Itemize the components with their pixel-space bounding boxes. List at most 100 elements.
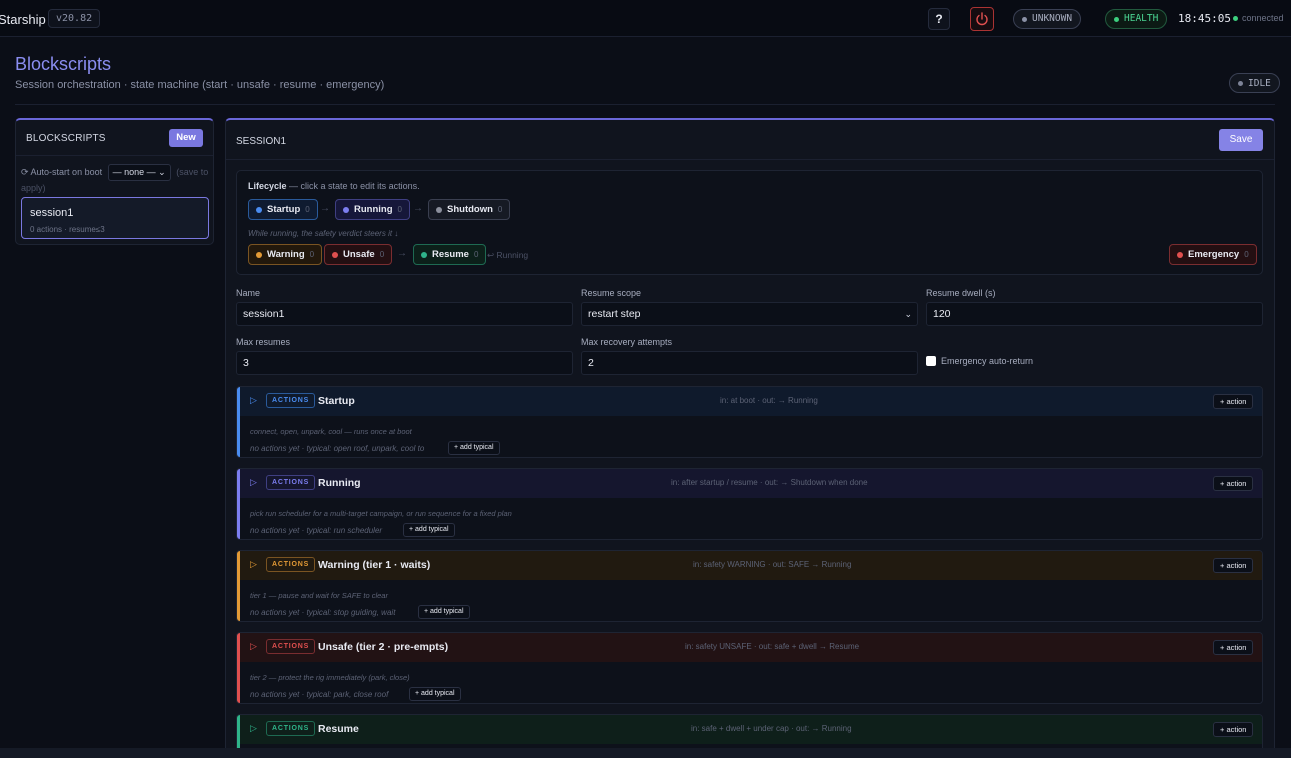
section-header[interactable]: ▷ ACTIONS Startup in: at boot · out: → R… [237,387,1262,416]
lifecycle-diagram: Lifecycle — click a state to edit its ac… [236,170,1263,275]
resume-returns-label: ↩ Running [487,250,529,260]
section-io: in: safety WARNING · out: SAFE → Running [693,560,852,569]
state-chip-count: 0 [305,205,310,214]
lifecycle-hint: — click a state to edit its actions. [289,181,420,191]
expand-icon[interactable]: ▷ [250,395,257,406]
state-chip-count: 0 [473,250,479,259]
section-empty-note: no actions yet · typical: stop guiding, … [250,608,396,617]
session-list-item[interactable]: session1 0 actions · resume≤3 [21,197,209,239]
add-typical-button[interactable]: + add typical [403,523,455,537]
add-typical-button[interactable]: + add typical [448,441,500,455]
section-name: Warning (tier 1 · waits) [318,559,431,571]
status-unknown-badge[interactable]: UNKNOWN [1013,9,1082,29]
add-action-button[interactable]: + action [1213,640,1254,655]
state-chip-resume[interactable]: Resume 0 [413,244,487,265]
state-chip-label: Unsafe [343,249,375,260]
state-chip-label: Startup [267,204,301,215]
section-io: in: safe + dwell + under cap · out: → Ru… [691,724,852,733]
add-typical-button[interactable]: + add typical [409,687,461,701]
list-heading: BLOCKSCRIPTS [26,133,106,144]
clock: 18:45:05 [1178,12,1231,25]
section-empty-note: no actions yet · typical: run scheduler [250,526,383,535]
top-bar: Starship v20.82 ? UNKNOWN HEALTH 18:45:0… [0,0,1291,37]
state-chip-label: Running [354,204,393,215]
expand-icon[interactable]: ▷ [250,723,257,734]
state-chip-startup[interactable]: Startup 0 [248,199,318,220]
status-dot-icon [1022,16,1027,22]
state-chip-count: 0 [309,250,315,259]
resume-dwell-input[interactable]: 120 [926,302,1263,326]
section-body: connect, open, unpark, cool — runs once … [237,416,1262,457]
state-chip-warning[interactable]: Warning 0 [248,244,323,265]
state-chip-running[interactable]: Running 0 [335,199,410,220]
arrow-icon: → [413,203,423,214]
actions-tag: ACTIONS [266,721,316,736]
resume-dot-icon [421,251,427,258]
actions-tag: ACTIONS [266,475,316,490]
section-header[interactable]: ▷ ACTIONS Warning (tier 1 · waits) in: s… [237,551,1262,580]
max-recovery-label: Max recovery attempts [581,337,673,347]
lifecycle-heading: Lifecycle — click a state to edit its ac… [248,181,420,191]
state-chip-count: 0 [497,205,503,214]
state-chip-label: Emergency [1188,249,1240,260]
bottom-strip [0,748,1291,758]
state-chip-label: Resume [432,249,469,260]
add-typical-button[interactable]: + add typical [418,605,470,619]
section-name: Resume [318,723,359,735]
state-chip-unsafe[interactable]: Unsafe 0 [324,244,393,265]
resume-scope-select[interactable]: restart step ⌄ [581,302,918,326]
save-button[interactable]: Save [1219,129,1263,151]
add-action-button[interactable]: + action [1213,722,1254,737]
new-button[interactable]: New [169,129,203,147]
state-chip-shutdown[interactable]: Shutdown 0 [428,199,511,220]
max-resumes-input[interactable]: 3 [236,351,573,375]
page-title: Blockscripts [15,54,112,74]
autostart-select[interactable]: — none — ⌄ [107,164,171,181]
health-badge[interactable]: HEALTH [1105,9,1168,29]
state-chip-count: 0 [379,250,385,259]
status-unknown-label: UNKNOWN [1032,13,1073,24]
resume-scope-label: Resume scope [581,288,642,298]
section-header[interactable]: ▷ ACTIONS Running in: after startup / re… [237,469,1262,498]
expand-icon[interactable]: ▷ [250,559,257,570]
blockscripts-list-panel: BLOCKSCRIPTS New ⟳ Auto-start on boot — … [15,118,214,245]
version-badge: v20.82 [48,9,101,28]
section-io: in: safety UNSAFE · out: safe + dwell → … [685,642,860,651]
state-dot-icon [1238,80,1243,86]
add-action-button[interactable]: + action [1213,394,1254,409]
arrow-icon: → [397,248,407,259]
help-button[interactable]: ? [928,8,950,30]
expand-icon[interactable]: ▷ [250,641,257,652]
section-running: ▷ ACTIONS Running in: after startup / re… [236,468,1263,540]
state-chip-count: 0 [397,205,402,214]
state-chip-count: 0 [1244,250,1249,259]
max-resumes-label: Max resumes [236,337,291,347]
state-chip-label: Warning [267,249,305,260]
chevron-down-icon: ⌄ [904,309,912,319]
state-chip-emergency[interactable]: Emergency 0 [1169,244,1257,265]
section-startup: ▷ ACTIONS Startup in: at boot · out: → R… [236,386,1263,458]
section-header[interactable]: ▷ ACTIONS Unsafe (tier 2 · pre-empts) in… [237,633,1262,662]
autostart-row: ⟳ Auto-start on boot — none — ⌄ (save to… [21,164,211,196]
startup-dot-icon [256,206,262,213]
max-recovery-input[interactable]: 2 [581,351,918,375]
add-action-button[interactable]: + action [1213,476,1254,491]
section-body: pick run scheduler for a multi-target ca… [237,498,1262,539]
expand-icon[interactable]: ▷ [250,477,257,488]
section-unsafe: ▷ ACTIONS Unsafe (tier 2 · pre-empts) in… [236,632,1263,704]
state-label: IDLE [1248,77,1271,89]
chevron-down-icon: ⌄ [158,167,166,177]
state-chip-label: Shutdown [447,204,493,215]
app-brand: Starship [0,12,46,27]
emergency-auto-return-label: Emergency auto-return [941,356,1034,366]
name-input[interactable]: session1 [236,302,573,326]
emergency-auto-return-checkbox[interactable] [926,356,936,366]
arrow-icon: → [320,203,330,214]
section-desc: connect, open, unpark, cool — runs once … [250,427,412,436]
session-title: SESSION1 [236,136,287,147]
connection-status: connected [1233,13,1284,23]
editor-divider [226,159,1274,160]
section-header[interactable]: ▷ ACTIONS Resume in: safe + dwell + unde… [237,715,1262,744]
add-action-button[interactable]: + action [1213,558,1254,573]
power-button[interactable] [970,7,994,31]
